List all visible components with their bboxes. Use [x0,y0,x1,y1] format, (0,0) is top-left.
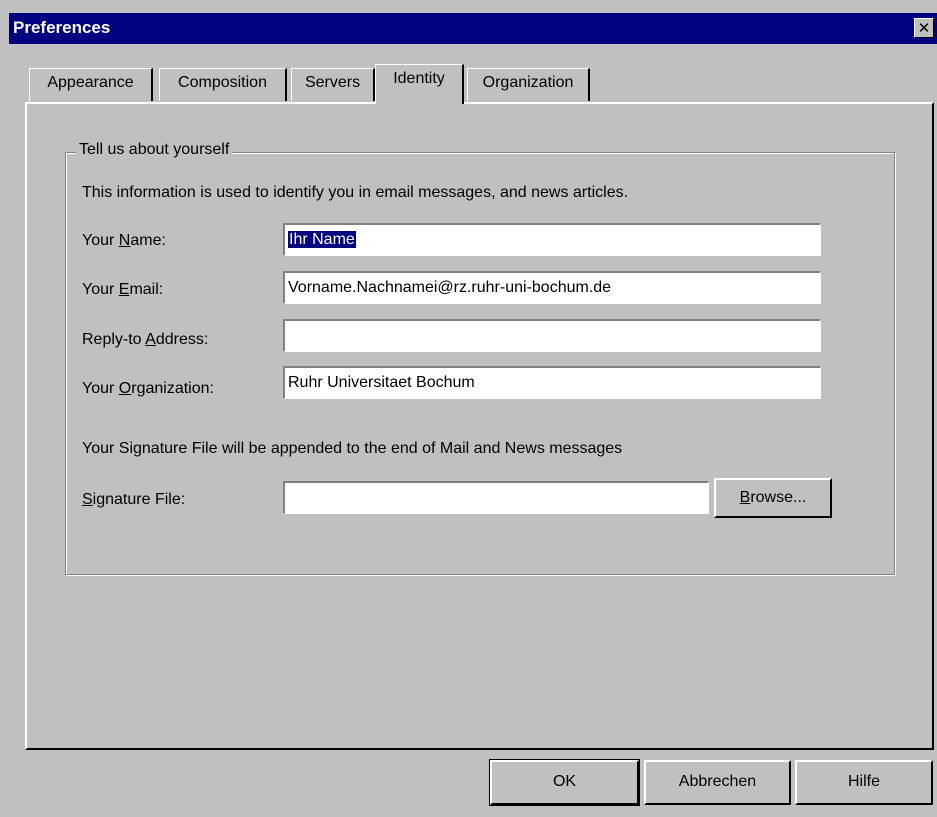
reply-to-label: Reply-to Address: [82,331,209,348]
organization-label: Your Organization: [82,380,214,397]
close-button[interactable]: ✕ [914,18,934,38]
organization-field[interactable]: Ruhr Universitaet Bochum [283,366,821,399]
tab-label: Appearance [47,74,134,91]
signature-field[interactable] [283,481,709,514]
tab-composition[interactable]: Composition [159,68,287,101]
window-title: Preferences [13,18,111,37]
close-icon: ✕ [917,20,931,37]
tab-label: Servers [304,74,361,91]
name-label: Your Name: [82,232,166,249]
help-button[interactable]: Hilfe [795,760,933,805]
tab-organization[interactable]: Organization [467,68,590,101]
cancel-button[interactable]: Abbrechen [644,760,791,805]
email-label: Your Email: [82,281,164,298]
tab-identity[interactable]: Identity [375,64,464,104]
group-legend: Tell us about yourself [76,141,233,159]
reply-to-field[interactable] [283,319,821,352]
email-field[interactable]: Vorname.Nachnamei@rz.ruhr-uni-bochum.de [283,271,821,304]
title-bar: Preferences ✕ [9,13,937,44]
ok-button[interactable]: OK [489,759,640,806]
tab-appearance[interactable]: Appearance [29,68,153,101]
tab-label: Organization [482,74,574,91]
signature-note: Your Signature File will be appended to … [82,440,623,457]
tab-panel: Tell us about yourself This information … [25,102,934,750]
tab-label: Composition [178,74,267,91]
browse-button[interactable]: Browse... [714,478,832,518]
name-field[interactable]: Ihr Name [283,223,821,256]
name-value: Ihr Name [288,231,356,248]
tab-label: Identity [393,70,445,87]
tab-servers[interactable]: Servers [291,68,375,101]
intro-text: This information is used to identify you… [82,184,629,201]
signature-label: Signature File: [82,491,186,508]
